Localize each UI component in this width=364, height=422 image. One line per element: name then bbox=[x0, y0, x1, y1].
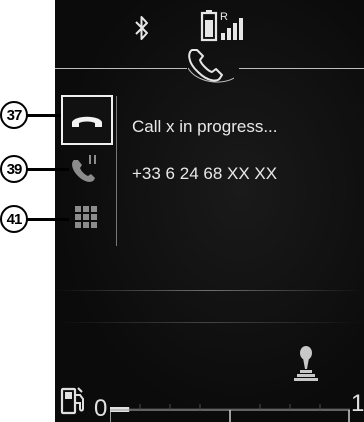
callout-39: 39 bbox=[0, 155, 28, 183]
bluetooth-icon bbox=[135, 16, 148, 40]
roaming-label: R bbox=[220, 11, 228, 23]
call-number-text: +33 6 24 68 XX XX bbox=[132, 164, 278, 183]
hold-call-icon bbox=[72, 155, 96, 182]
divider-line bbox=[55, 290, 364, 291]
hang-up-icon bbox=[72, 116, 102, 127]
hang-up-button[interactable] bbox=[61, 95, 113, 145]
header-line-left bbox=[55, 68, 187, 69]
divider-line-lower bbox=[55, 322, 364, 323]
callout-41: 41 bbox=[0, 205, 28, 233]
fuel-gauge-max: 1 bbox=[351, 390, 364, 417]
call-status-text: Call x in progress... bbox=[132, 117, 278, 136]
fuel-gauge bbox=[110, 404, 350, 422]
keypad-button[interactable] bbox=[61, 195, 113, 241]
phone-handset-icon bbox=[188, 49, 234, 83]
fuel-gauge-min: 0 bbox=[94, 395, 108, 422]
keypad-icon bbox=[75, 206, 97, 228]
side-panel-separator bbox=[116, 96, 117, 246]
header-line-right bbox=[239, 68, 364, 69]
gear-shift-icon bbox=[294, 346, 318, 381]
callout-37: 37 bbox=[0, 101, 28, 129]
fuel-pump-icon bbox=[60, 387, 84, 415]
battery-roaming-signal-icon: R bbox=[200, 10, 243, 42]
hold-call-button[interactable] bbox=[61, 147, 113, 193]
phone-call-screen: R Call x in progress... +33 6 24 68 XX X… bbox=[55, 0, 364, 422]
